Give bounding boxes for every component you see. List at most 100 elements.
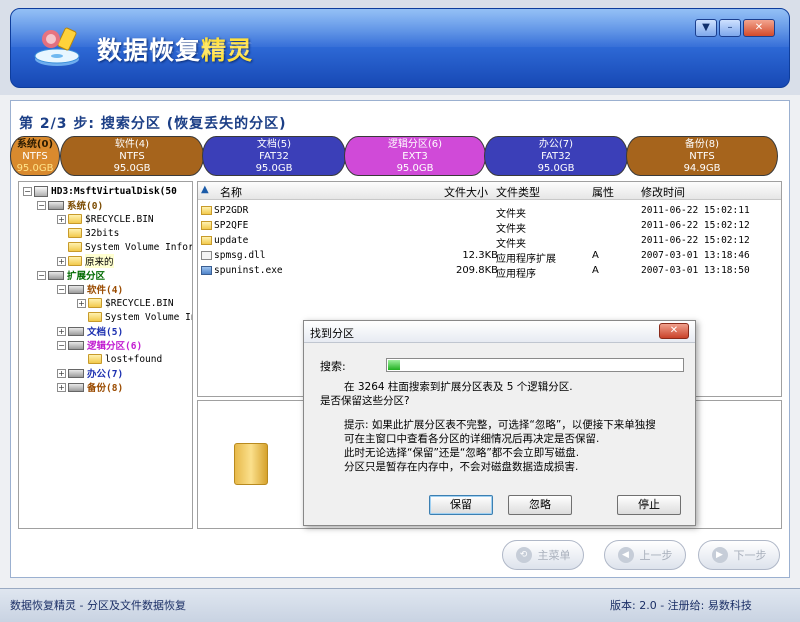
folder-icon — [68, 228, 82, 238]
window-controls: ▼ – ✕ — [695, 19, 775, 37]
title-banner: 数据恢复精灵 数据恢复精灵 ▼ – ✕ — [0, 0, 800, 95]
table-row[interactable]: spmsg.dll 12.3KB 应用程序扩展 A 2007-03-01 13:… — [198, 249, 781, 265]
hint-line: 提示: 如果此扩展分区表不完整，可选择“忽略”，以便接下来单独搜 — [344, 419, 656, 431]
column-header-attr[interactable]: 属性 — [592, 184, 614, 200]
partition-bar: 系统(0) NTFS 95.0GB 软件(4) NTFS 95.0GB 文档(5… — [10, 136, 780, 176]
drive-icon — [68, 340, 84, 350]
menu-dropdown-icon[interactable]: ▼ — [695, 19, 717, 37]
tree-node[interactable]: + $RECYCLE.BIN — [77, 296, 174, 310]
column-header-type[interactable]: 文件类型 — [496, 184, 540, 200]
column-header-size[interactable]: 文件大小 — [444, 184, 488, 200]
status-right-text: 版本: 2.0 - 注册给: 易数科技 — [610, 599, 752, 612]
previous-step-button[interactable]: ◀ 上一步 — [604, 540, 686, 570]
partition-tree[interactable]: − HD3:MsftVirtualDisk(50 − 系统(0) + $RECY… — [18, 181, 193, 529]
partition-segment[interactable]: 备份(8) NTFS 94.9GB — [626, 136, 778, 176]
drive-icon — [68, 382, 84, 392]
hint-line: 可在主窗口中查看各分区的详细情况后再决定是否保留. — [344, 433, 600, 445]
table-row[interactable]: spuninst.exe 209.8KB 应用程序 A 2007-03-01 1… — [198, 264, 781, 280]
folder-icon — [88, 298, 102, 308]
partition-segment[interactable]: 文档(5) FAT32 95.0GB — [202, 136, 346, 176]
collapse-icon[interactable]: − — [57, 284, 66, 294]
tree-disk-node[interactable]: − HD3:MsftVirtualDisk(50 — [23, 184, 177, 198]
folder-icon — [68, 214, 82, 224]
expand-icon[interactable]: + — [57, 368, 66, 378]
app-title-reflection: 数据恢复精灵 — [97, 40, 254, 57]
large-folder-icon — [234, 443, 268, 485]
stop-button[interactable]: 停止 — [617, 495, 681, 515]
folder-icon — [68, 242, 82, 252]
next-step-button[interactable]: ▶ 下一步 — [698, 540, 780, 570]
expand-icon[interactable]: + — [57, 256, 66, 266]
question-message: 是否保留这些分区? — [320, 395, 410, 407]
column-header-name[interactable]: 名称 — [220, 184, 242, 200]
ignore-button[interactable]: 忽略 — [508, 495, 572, 515]
banner-inner: 数据恢复精灵 数据恢复精灵 ▼ – ✕ — [10, 8, 790, 88]
dialog-title: 找到分区 — [310, 327, 354, 340]
status-bar: 数据恢复精灵 - 分区及文件数据恢复 版本: 2.0 - 注册给: 易数科技 — [0, 588, 800, 622]
tree-node[interactable]: lost+found — [88, 352, 162, 366]
progress-fill — [388, 360, 400, 370]
drive-icon — [48, 200, 64, 210]
found-partition-dialog: 找到分区 ✕ 搜索: 在 3264 柱面搜索到扩展分区表及 5 个逻辑分区. 是… — [303, 320, 696, 526]
hint-line: 此时无论选择“保留”还是“忽略”都不会立即写磁盘. — [344, 447, 580, 459]
app-logo-icon — [34, 27, 80, 66]
refresh-icon: ⟲ — [515, 547, 532, 563]
tree-node[interactable]: + $RECYCLE.BIN — [57, 212, 154, 226]
arrow-right-icon: ▶ — [711, 547, 728, 563]
tree-node[interactable]: System Volume Infor — [68, 240, 192, 254]
drive-icon — [68, 326, 84, 336]
collapse-icon[interactable]: − — [37, 270, 46, 280]
up-folder-icon[interactable]: ▲ — [201, 184, 209, 195]
partition-segment[interactable]: 逻辑分区(6) EXT3 95.0GB — [344, 136, 486, 176]
tree-node[interactable]: − 逻辑分区(6) — [57, 338, 142, 352]
tree-node[interactable]: + 原来的 — [57, 254, 114, 268]
partition-segment[interactable]: 软件(4) NTFS 95.0GB — [60, 136, 204, 176]
arrow-left-icon: ◀ — [617, 547, 634, 563]
folder-icon — [68, 256, 82, 266]
search-progress-bar — [386, 358, 684, 372]
tree-node[interactable]: − 系统(0) — [37, 198, 103, 212]
exe-file-icon — [201, 266, 212, 275]
table-row[interactable]: SP2GDR 文件夹 2011-06-22 15:02:11 — [198, 204, 781, 220]
minimize-button[interactable]: – — [719, 19, 741, 37]
tree-node[interactable]: − 软件(4) — [57, 282, 123, 296]
dialog-close-button[interactable]: ✕ — [659, 323, 689, 339]
table-row[interactable]: update 文件夹 2011-06-22 15:02:12 — [198, 234, 781, 250]
partition-segment[interactable]: 系统(0) NTFS 95.0GB — [10, 136, 60, 176]
table-row[interactable]: SP2QFE 文件夹 2011-06-22 15:02:12 — [198, 219, 781, 235]
tree-node[interactable]: + 备份(8) — [57, 380, 123, 394]
search-label: 搜索: — [320, 360, 346, 373]
drive-icon — [68, 368, 84, 378]
tree-node[interactable]: System Volume In — [88, 310, 192, 324]
partition-segment[interactable]: 办公(7) FAT32 95.0GB — [484, 136, 628, 176]
dll-file-icon — [201, 251, 212, 260]
status-left-text: 数据恢复精灵 - 分区及文件数据恢复 — [10, 599, 186, 612]
hint-line: 分区只是暂存在内存中，不会对磁盘数据造成损害. — [344, 461, 579, 473]
tree-node[interactable]: 32bits — [68, 226, 119, 240]
file-list-header: ▲ 名称 文件大小 文件类型 属性 修改时间 — [198, 182, 781, 200]
dialog-title-bar[interactable]: 找到分区 ✕ — [304, 321, 695, 343]
close-button[interactable]: ✕ — [743, 19, 775, 37]
tree-node[interactable]: + 文档(5) — [57, 324, 123, 338]
expand-icon[interactable]: + — [57, 382, 66, 392]
folder-icon — [88, 354, 102, 364]
keep-button[interactable]: 保留 — [429, 495, 493, 515]
folder-icon — [201, 206, 212, 215]
result-message: 在 3264 柱面搜索到扩展分区表及 5 个逻辑分区. — [344, 381, 573, 393]
column-header-time[interactable]: 修改时间 — [641, 184, 685, 200]
expand-icon[interactable]: + — [57, 326, 66, 336]
drive-icon — [68, 284, 84, 294]
expand-icon[interactable]: + — [77, 298, 86, 308]
tree-node[interactable]: + 办公(7) — [57, 366, 123, 380]
collapse-icon[interactable]: − — [37, 200, 46, 210]
main-menu-button[interactable]: ⟲ 主菜单 — [502, 540, 584, 570]
tree-node[interactable]: − 扩展分区 — [37, 268, 105, 282]
drive-icon — [48, 270, 64, 280]
folder-icon — [201, 236, 212, 245]
folder-icon — [201, 221, 212, 230]
folder-icon — [88, 312, 102, 322]
collapse-icon[interactable]: − — [23, 186, 32, 196]
collapse-icon[interactable]: − — [57, 340, 66, 350]
step-title: 第 2/3 步: 搜索分区 (恢复丢失的分区) — [19, 116, 287, 132]
expand-icon[interactable]: + — [57, 214, 66, 224]
